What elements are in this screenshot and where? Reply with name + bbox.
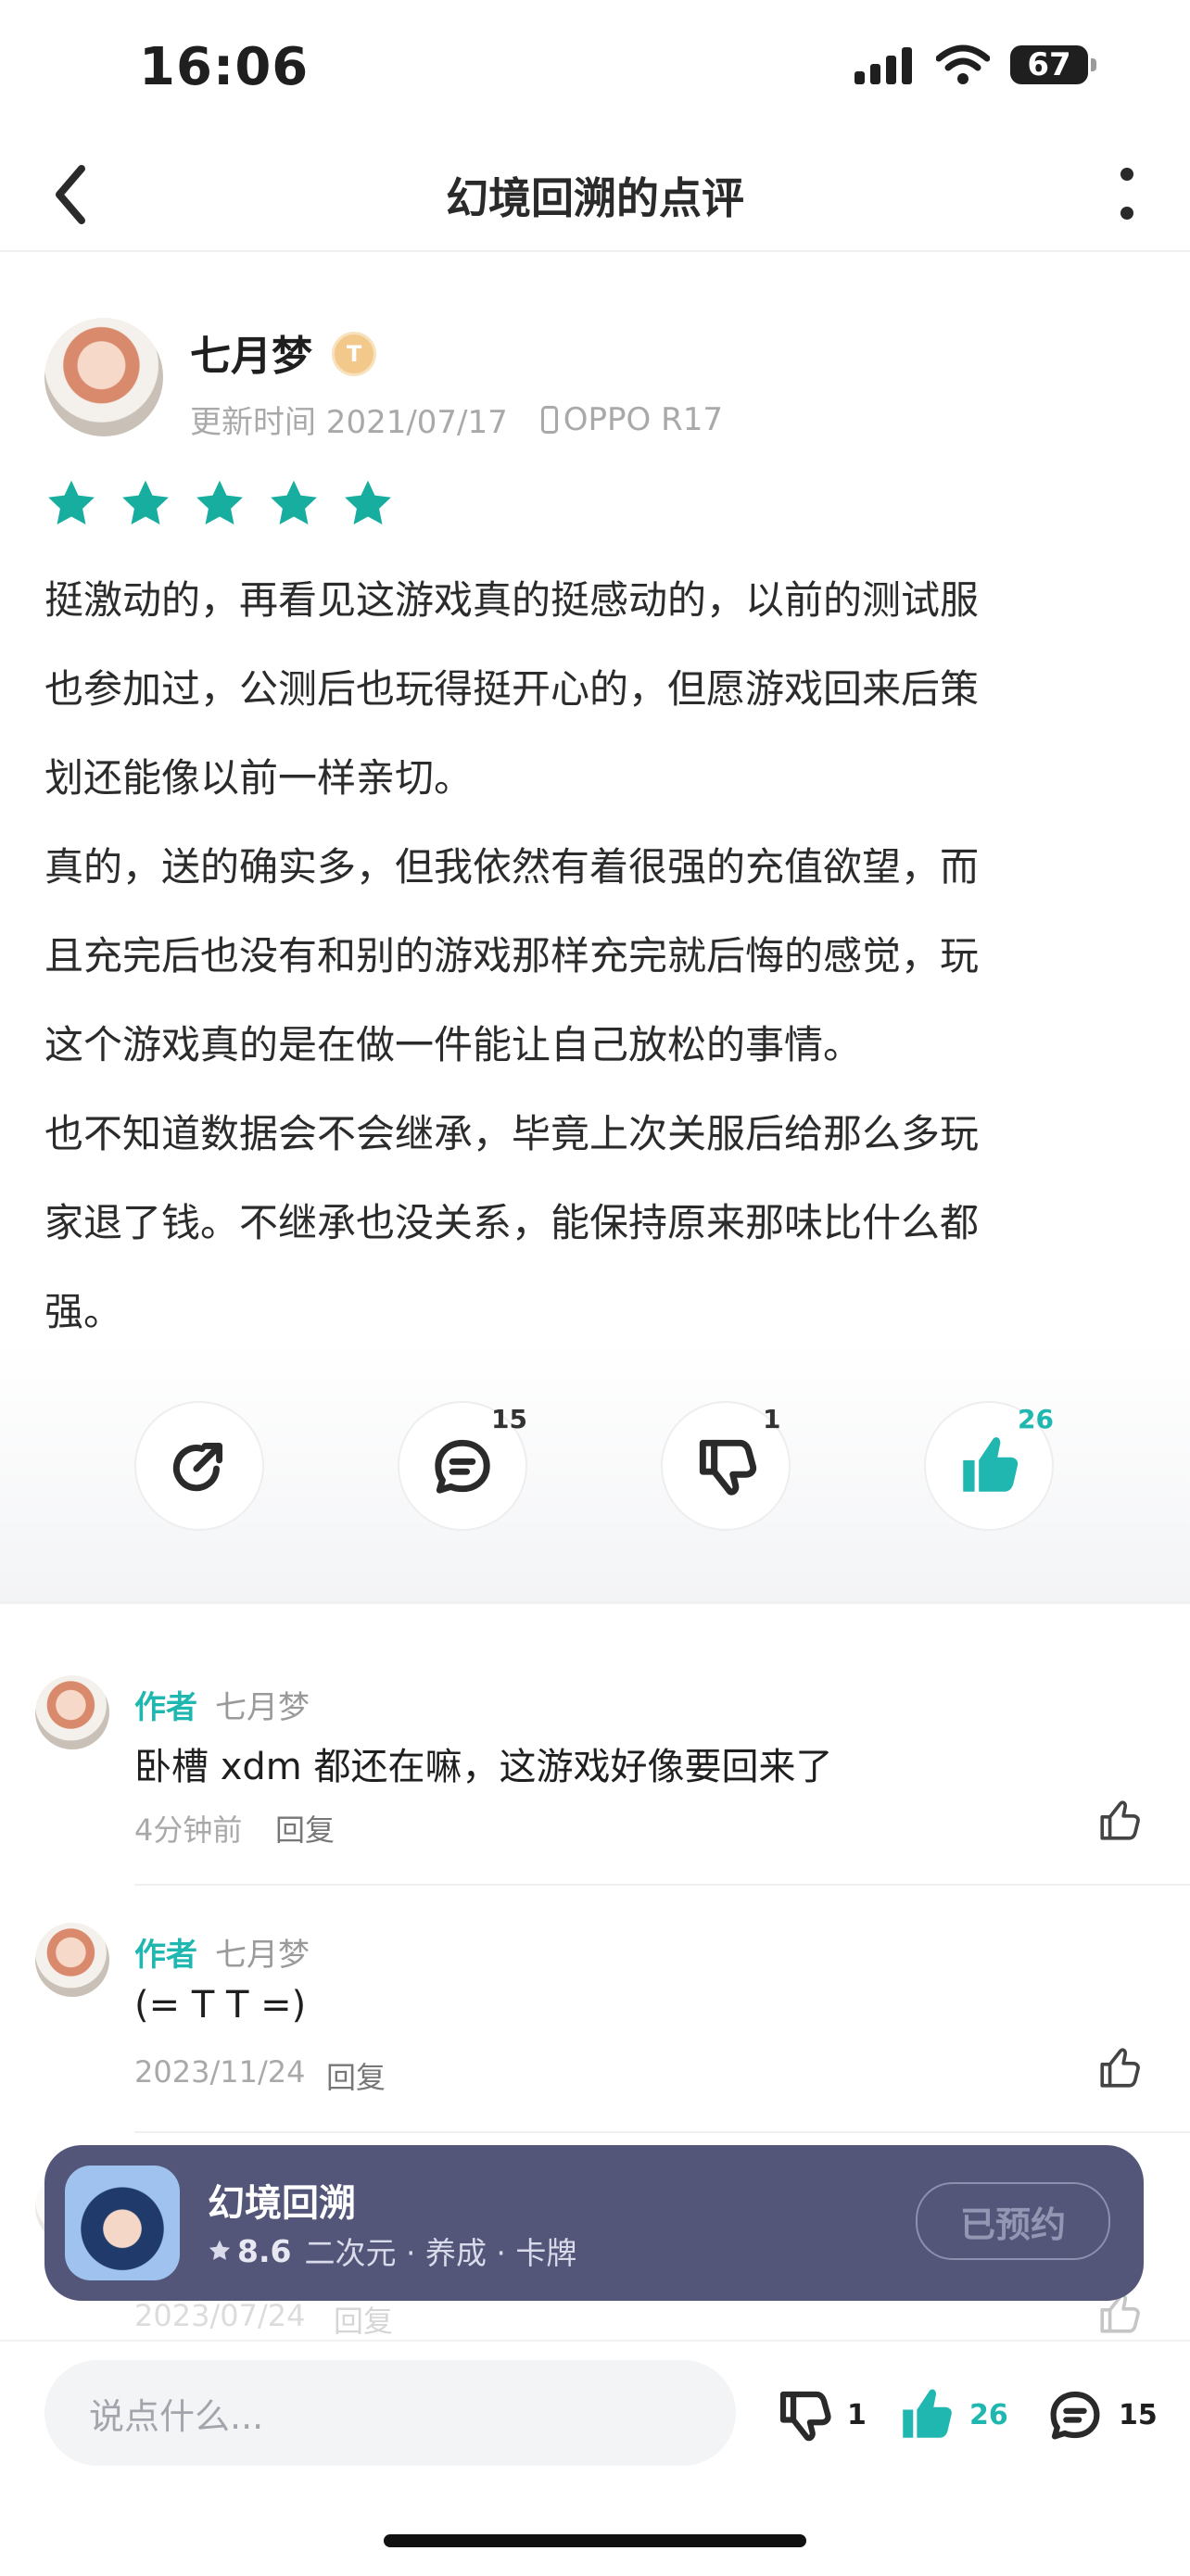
star-icon bbox=[48, 480, 95, 524]
reply-button[interactable]: 回复 bbox=[275, 1807, 335, 1850]
comment-time: 4分钟前 bbox=[134, 1812, 243, 1848]
bottom-dislike-count: 1 bbox=[847, 2398, 867, 2431]
comment-text: (= T T =) bbox=[134, 1984, 307, 2027]
reply-button[interactable]: 回复 bbox=[334, 2298, 393, 2341]
status-time: 16:06 bbox=[139, 37, 310, 97]
author-name[interactable]: 七月梦 bbox=[190, 322, 312, 382]
review-line: 家退了钱。不继承也没关系，能保持原来那味比什么都 bbox=[44, 1200, 980, 1245]
reply-button[interactable]: 回复 bbox=[326, 2054, 386, 2097]
level-badge: T bbox=[332, 332, 376, 376]
comment-time: 2023/07/24 bbox=[134, 2298, 306, 2333]
comment-icon bbox=[1050, 2391, 1100, 2440]
comment-input[interactable]: 说点什么... bbox=[44, 2360, 736, 2466]
wifi-icon bbox=[936, 44, 990, 84]
dislike-icon bbox=[779, 2391, 831, 2442]
review-line: 也参加过，公测后也玩得挺开心的，但愿游戏回来后策 bbox=[44, 666, 980, 712]
rating-stars bbox=[44, 477, 395, 531]
comment-like-button[interactable] bbox=[1096, 1798, 1143, 1848]
reserved-button[interactable]: 已预约 bbox=[916, 2182, 1110, 2260]
comment-author[interactable]: 七月梦 bbox=[215, 1929, 310, 1975]
dislike-count: 1 bbox=[763, 1404, 781, 1434]
author-tag: 作者 bbox=[134, 1689, 197, 1726]
device-name: OPPO R17 bbox=[563, 400, 724, 438]
game-tags: 二次元 · 养成 · 卡牌 bbox=[304, 2235, 577, 2271]
comment-time: 2023/11/24 bbox=[134, 2054, 306, 2090]
star-icon bbox=[122, 480, 169, 524]
update-time: 更新时间 2021/07/17 bbox=[190, 404, 508, 441]
comment-author[interactable]: 七月梦 bbox=[215, 1682, 310, 1727]
comment-avatar[interactable] bbox=[35, 1675, 109, 1749]
comment-avatar[interactable] bbox=[35, 1923, 109, 1997]
review-line: 真的，送的确实多，但我依然有着很强的充值欲望，而 bbox=[44, 844, 980, 890]
review-text: 挺激动的，再看见这游戏真的挺感动的，以前的测试服 也参加过，公测后也玩得挺开心的… bbox=[44, 556, 1157, 1357]
review-line: 划还能像以前一样亲切。 bbox=[44, 755, 474, 801]
game-icon bbox=[65, 2166, 180, 2280]
review-meta: 更新时间 2021/07/17 OPPO R17 bbox=[190, 397, 723, 442]
comment-count: 15 bbox=[491, 1404, 527, 1434]
star-icon bbox=[209, 2240, 231, 2260]
like-icon bbox=[903, 2389, 952, 2438]
game-meta: 8.6 二次元 · 养成 · 卡牌 bbox=[208, 2229, 576, 2273]
device-icon bbox=[540, 405, 558, 434]
dislike-icon bbox=[699, 1439, 757, 1496]
like-outline-icon bbox=[1100, 1800, 1140, 1840]
signal-icon bbox=[855, 47, 912, 84]
comment-divider bbox=[134, 2131, 1190, 2133]
share-button[interactable] bbox=[134, 1401, 264, 1531]
comment-divider bbox=[134, 1884, 1190, 1886]
status-icons: 67 bbox=[855, 44, 1096, 85]
page-title: 幻境回溯的点评 bbox=[446, 173, 744, 223]
bottom-comment-count: 15 bbox=[1119, 2398, 1158, 2431]
bottom-like-count: 26 bbox=[969, 2398, 1008, 2431]
author-tag: 作者 bbox=[134, 1937, 197, 1974]
like-icon bbox=[963, 1437, 1019, 1492]
review-line: 且充完后也没有和别的游戏那样充完就后悔的感觉，玩 bbox=[44, 933, 980, 979]
star-icon bbox=[271, 480, 317, 524]
battery-indicator: 67 bbox=[1010, 45, 1096, 84]
bottom-comment-button[interactable]: 15 bbox=[1044, 2384, 1158, 2445]
review-line: 这个游戏真的是在做一件能让自己放松的事情。 bbox=[44, 1022, 863, 1067]
review-line: 挺激动的，再看见这游戏真的挺感动的，以前的测试服 bbox=[44, 577, 980, 623]
author-avatar[interactable] bbox=[44, 318, 163, 436]
comment-icon bbox=[435, 1439, 490, 1494]
bottom-dislike-button[interactable]: 1 bbox=[773, 2384, 867, 2445]
more-icon[interactable] bbox=[1108, 161, 1146, 228]
section-divider bbox=[0, 1601, 1190, 1604]
bottom-like-button[interactable]: 26 bbox=[895, 2384, 1008, 2445]
share-icon bbox=[172, 1442, 223, 1492]
review-line: 也不知道数据会不会继承，毕竟上次关服后给那么多玩 bbox=[44, 1111, 980, 1156]
game-card[interactable]: 幻境回溯 8.6 二次元 · 养成 · 卡牌 已预约 bbox=[44, 2145, 1144, 2301]
like-outline-icon bbox=[1100, 2048, 1140, 2088]
star-icon bbox=[345, 480, 391, 524]
game-score: 8.6 bbox=[237, 2232, 292, 2269]
comment-text: 卧槽 xdm 都还在嘛，这游戏好像要回来了 bbox=[134, 1746, 833, 1788]
game-name: 幻境回溯 bbox=[208, 2182, 356, 2225]
comment-like-button[interactable] bbox=[1096, 2045, 1143, 2095]
like-count: 26 bbox=[1018, 1404, 1054, 1434]
home-indicator bbox=[384, 2534, 806, 2547]
star-icon bbox=[196, 480, 243, 524]
nav-bar: 幻境回溯的点评 bbox=[0, 139, 1190, 252]
